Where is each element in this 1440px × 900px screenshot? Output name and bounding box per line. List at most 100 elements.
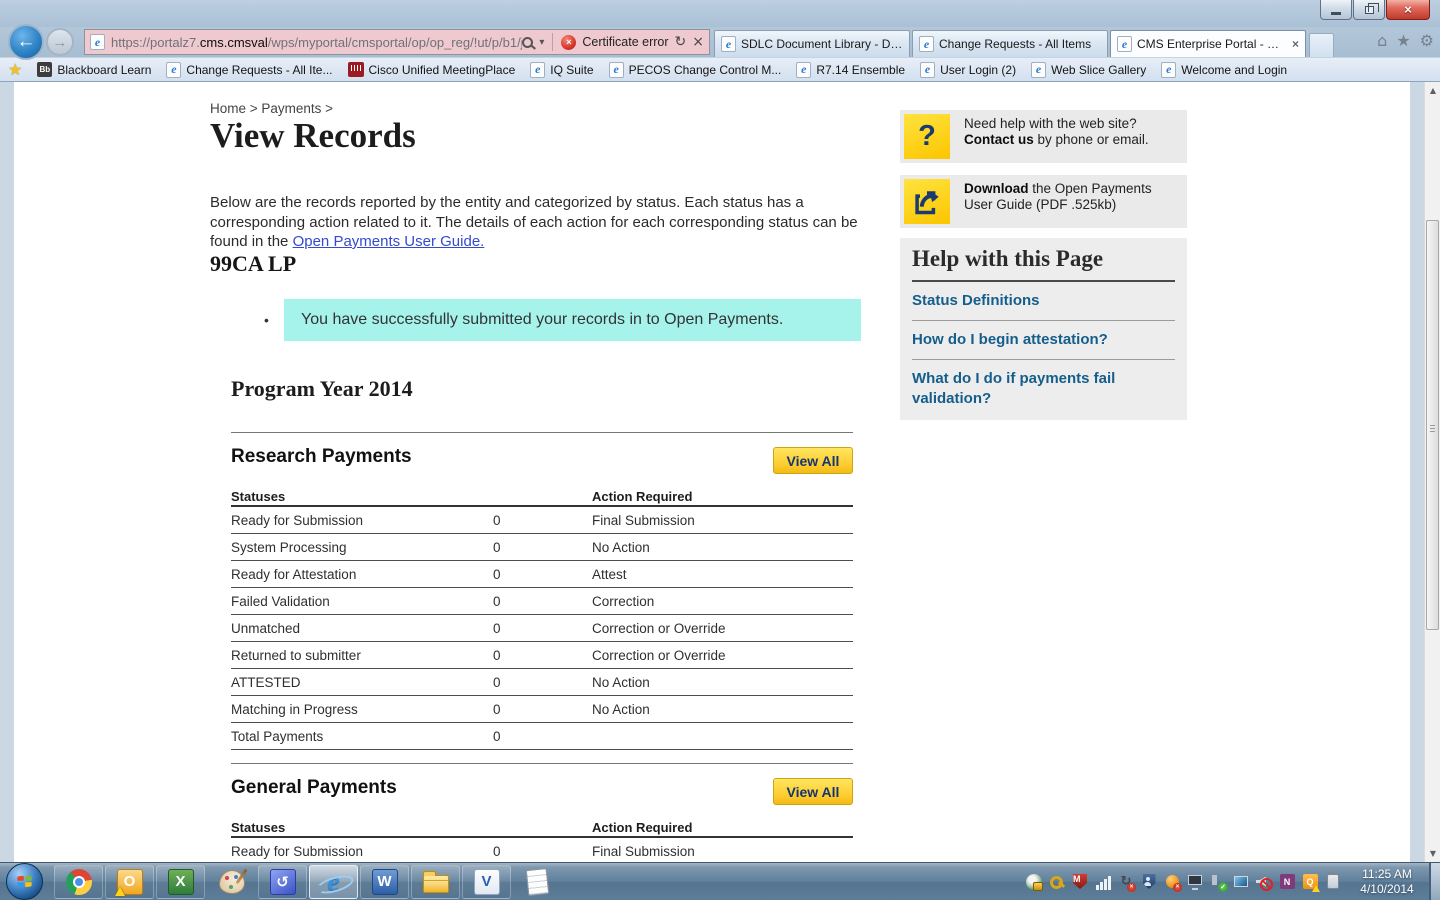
new-tab-button[interactable]	[1309, 33, 1334, 57]
favorites-star-icon[interactable]: ★	[8, 60, 22, 79]
browser-nav-bar: ← → e https://portalz7.cms.cmsval/wps/my…	[0, 27, 1440, 57]
address-divider	[552, 33, 553, 51]
display-settings-icon[interactable]	[1187, 874, 1203, 890]
certificate-error-icon[interactable]: ×	[561, 35, 576, 50]
url-domain: cms.cmsval	[200, 35, 268, 50]
user-guide-link[interactable]: Open Payments User Guide.	[293, 233, 485, 250]
visio-icon: V	[474, 869, 500, 895]
favorite-item-ensemble[interactable]: eR7.14 Ensemble	[796, 62, 905, 78]
cisco-icon	[348, 62, 364, 77]
link-begin-attestation[interactable]: How do I begin attestation?	[912, 321, 1175, 360]
ie-favicon: e	[90, 34, 105, 50]
desktop-screen: × ← → e https://portalz7.cms.cmsval/wps/…	[0, 0, 1440, 900]
agent-error-icon[interactable]: ×	[1164, 874, 1180, 890]
ie-favicon: e	[796, 62, 811, 78]
back-button[interactable]: ←	[8, 24, 44, 60]
view-all-button-research[interactable]: View All	[773, 447, 853, 474]
usb-safe-remove-icon[interactable]: ✓	[1210, 874, 1226, 890]
favorite-item-user-login[interactable]: eUser Login (2)	[920, 62, 1016, 78]
ie-favicon: e	[1161, 62, 1176, 78]
close-button[interactable]: ×	[1386, 0, 1430, 20]
download-guide-box[interactable]: Download the Open Payments User Guide (P…	[900, 175, 1187, 228]
mcafee-shield-icon[interactable]: M	[1072, 874, 1088, 890]
refresh-icon[interactable]: ↻	[675, 34, 687, 50]
url-text: https://portalz7.cms.cmsval/wps/myportal…	[111, 35, 522, 50]
user-shield-icon[interactable]	[1141, 874, 1157, 890]
link-payments-fail-validation[interactable]: What do I do if payments fail validation…	[912, 360, 1175, 418]
favorite-item-change-requests[interactable]: eChange Requests - All Ite...	[166, 62, 332, 78]
stop-icon[interactable]: ×	[692, 34, 704, 50]
onenote-tray-icon[interactable]: N	[1279, 874, 1295, 890]
section-general-payments: General Payments View All Statuses Actio…	[231, 763, 853, 862]
view-all-button-general[interactable]: View All	[773, 778, 853, 805]
start-button[interactable]	[6, 863, 43, 900]
page-content: Home > Payments > View Records Below are…	[14, 82, 1410, 862]
ie-favicon: e	[1117, 36, 1132, 52]
taskbar-paint-button[interactable]	[207, 865, 256, 899]
signal-strength-icon[interactable]	[1095, 874, 1111, 890]
gear-icon[interactable]: ⚙	[1420, 31, 1434, 50]
address-bar[interactable]: e https://portalz7.cms.cmsval/wps/myport…	[84, 29, 710, 55]
search-icon[interactable]	[522, 37, 533, 48]
remote-display-icon[interactable]	[1233, 874, 1249, 890]
address-dropdown-icon[interactable]: ▾	[539, 37, 544, 48]
home-icon[interactable]: ⌂	[1377, 31, 1387, 50]
show-desktop-button[interactable]	[1429, 863, 1440, 900]
favorite-item-pecos[interactable]: ePECOS Change Control M...	[609, 62, 782, 78]
taskbar-lync-button[interactable]: ↺	[258, 865, 307, 899]
tray-clock[interactable]: 11:25 AM 4/10/2014	[1351, 867, 1423, 897]
favorite-item-welcome-login[interactable]: eWelcome and Login	[1161, 62, 1287, 78]
contact-help-box[interactable]: ? Need help with the web site? Contact u…	[900, 110, 1187, 163]
taskbar-chrome-button[interactable]	[54, 865, 103, 899]
favorite-item-blackboard[interactable]: BbBlackboard Learn	[37, 62, 151, 77]
taskbar-excel-button[interactable]: X	[156, 865, 205, 899]
taskbar-word-button[interactable]: W	[360, 865, 409, 899]
download-guide-text: Download the Open Payments User Guide (P…	[964, 179, 1183, 224]
excel-icon: X	[168, 869, 194, 895]
help-panel-title: Help with this Page	[912, 246, 1175, 282]
intro-paragraph: Below are the records reported by the en…	[210, 193, 858, 252]
section-title: General Payments	[231, 777, 853, 799]
window-controls: ×	[1319, 0, 1430, 20]
tab-close-icon[interactable]: ×	[1292, 37, 1299, 51]
encrypted-disc-icon[interactable]	[1026, 874, 1042, 890]
favorite-item-cisco-meetingplace[interactable]: Cisco Unified MeetingPlace	[348, 62, 516, 77]
taskbar-notepad-button[interactable]	[513, 865, 562, 899]
scroll-down-icon[interactable]: ▼	[1425, 845, 1440, 862]
scroll-up-icon[interactable]: ▲	[1425, 82, 1440, 99]
ie-favicon: e	[721, 36, 736, 52]
breadcrumb[interactable]: Home > Payments >	[210, 101, 333, 116]
sync-error-icon[interactable]: ↻×	[1118, 874, 1134, 890]
taskbar-outlook-button[interactable]: O	[105, 865, 154, 899]
entity-name: 99CA LP	[210, 251, 296, 277]
favorites-icon[interactable]: ★	[1396, 31, 1410, 50]
scrollbar-thumb[interactable]	[1426, 220, 1439, 630]
volume-muted-icon[interactable]	[1256, 874, 1272, 890]
tab-cms-enterprise-portal[interactable]: e CMS Enterprise Portal - Reg... ×	[1110, 30, 1306, 57]
favorite-item-web-slice[interactable]: eWeb Slice Gallery	[1031, 62, 1146, 78]
quest-warning-icon[interactable]: Q	[1302, 874, 1318, 890]
vertical-scrollbar[interactable]: ▲ ▼	[1424, 82, 1440, 862]
taskbar-explorer-button[interactable]	[411, 865, 460, 899]
table-row: Total Payments0	[231, 723, 853, 750]
restore-button[interactable]	[1353, 0, 1385, 20]
password-key-icon[interactable]	[1049, 874, 1065, 890]
tab-change-requests[interactable]: e Change Requests - All Items	[912, 30, 1108, 57]
taskbar-internet-explorer-button[interactable]: e	[309, 865, 358, 899]
column-statuses: Statuses	[231, 489, 493, 504]
folder-icon	[423, 875, 449, 893]
certificate-error-label[interactable]: Certificate error	[582, 35, 668, 49]
clipboard-icon[interactable]	[1325, 874, 1341, 890]
taskbar-visio-button[interactable]: V	[462, 865, 511, 899]
browser-viewport: Home > Payments > View Records Below are…	[0, 82, 1440, 862]
program-year-heading: Program Year 2014	[231, 376, 413, 402]
favorite-item-iq-suite[interactable]: eIQ Suite	[530, 62, 593, 78]
taskbar: O X ↺ e W V M ↻× × ✓ N Q 11:25 AM 4/10/2…	[0, 862, 1440, 900]
forward-button[interactable]: →	[46, 28, 74, 56]
close-icon: ×	[1404, 2, 1412, 17]
minimize-icon	[1331, 12, 1341, 15]
minimize-button[interactable]	[1320, 0, 1352, 20]
tab-sdlc-library[interactable]: e SDLC Document Library - Doc...	[714, 30, 910, 57]
favorites-bar: ★ BbBlackboard Learn eChange Requests - …	[0, 57, 1440, 82]
link-status-definitions[interactable]: Status Definitions	[912, 282, 1175, 321]
